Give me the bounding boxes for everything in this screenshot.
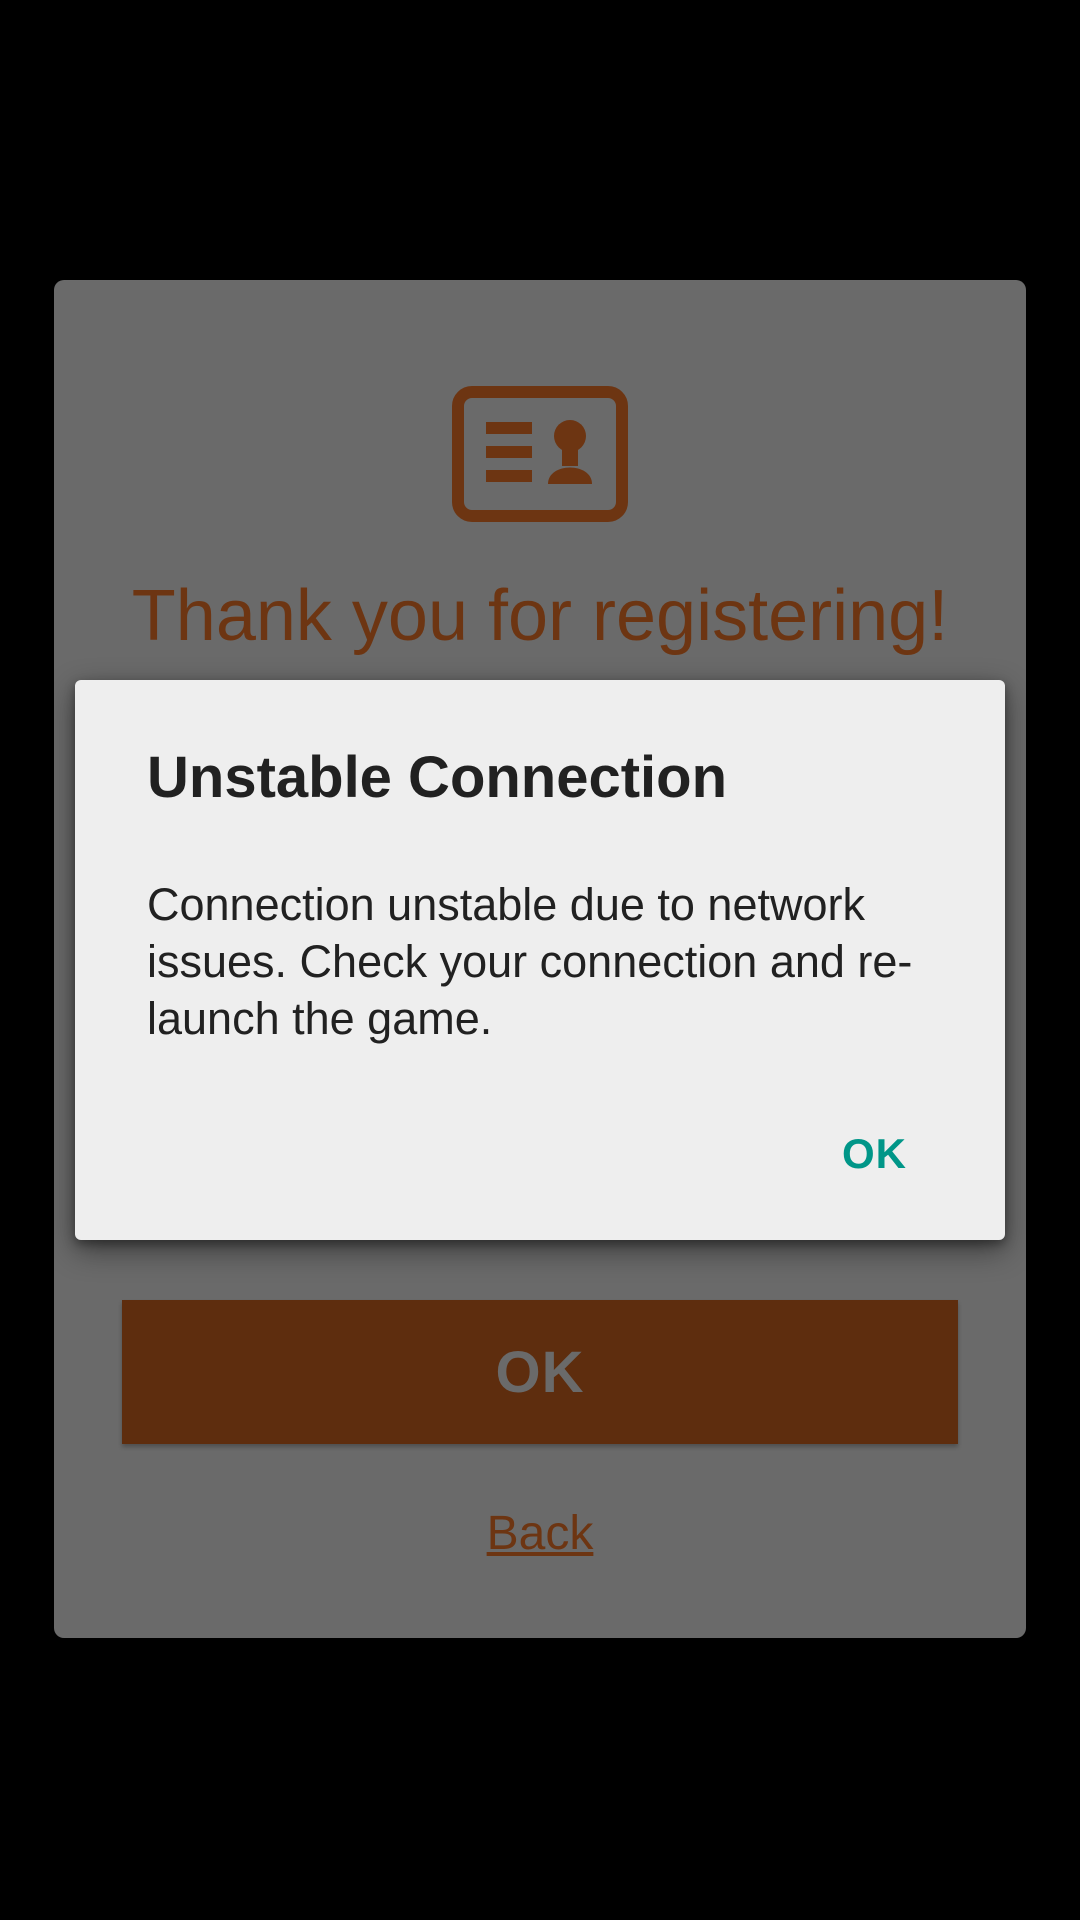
dialog-message: Connection unstable due to network issue… — [147, 879, 913, 1044]
dialog-ok-button[interactable]: OK — [824, 1120, 925, 1188]
ok-button[interactable]: OK — [122, 1300, 958, 1444]
screen: Thank you for registering! OK Back Unsta… — [0, 0, 1080, 1920]
dialog-title: Unstable Connection — [147, 745, 728, 810]
connection-dialog: Unstable Connection Connection unstable … — [75, 680, 1005, 1240]
id-card-icon — [452, 386, 628, 522]
page-title: Thank you for registering! — [131, 576, 949, 656]
back-link[interactable]: Back — [54, 1506, 1026, 1561]
